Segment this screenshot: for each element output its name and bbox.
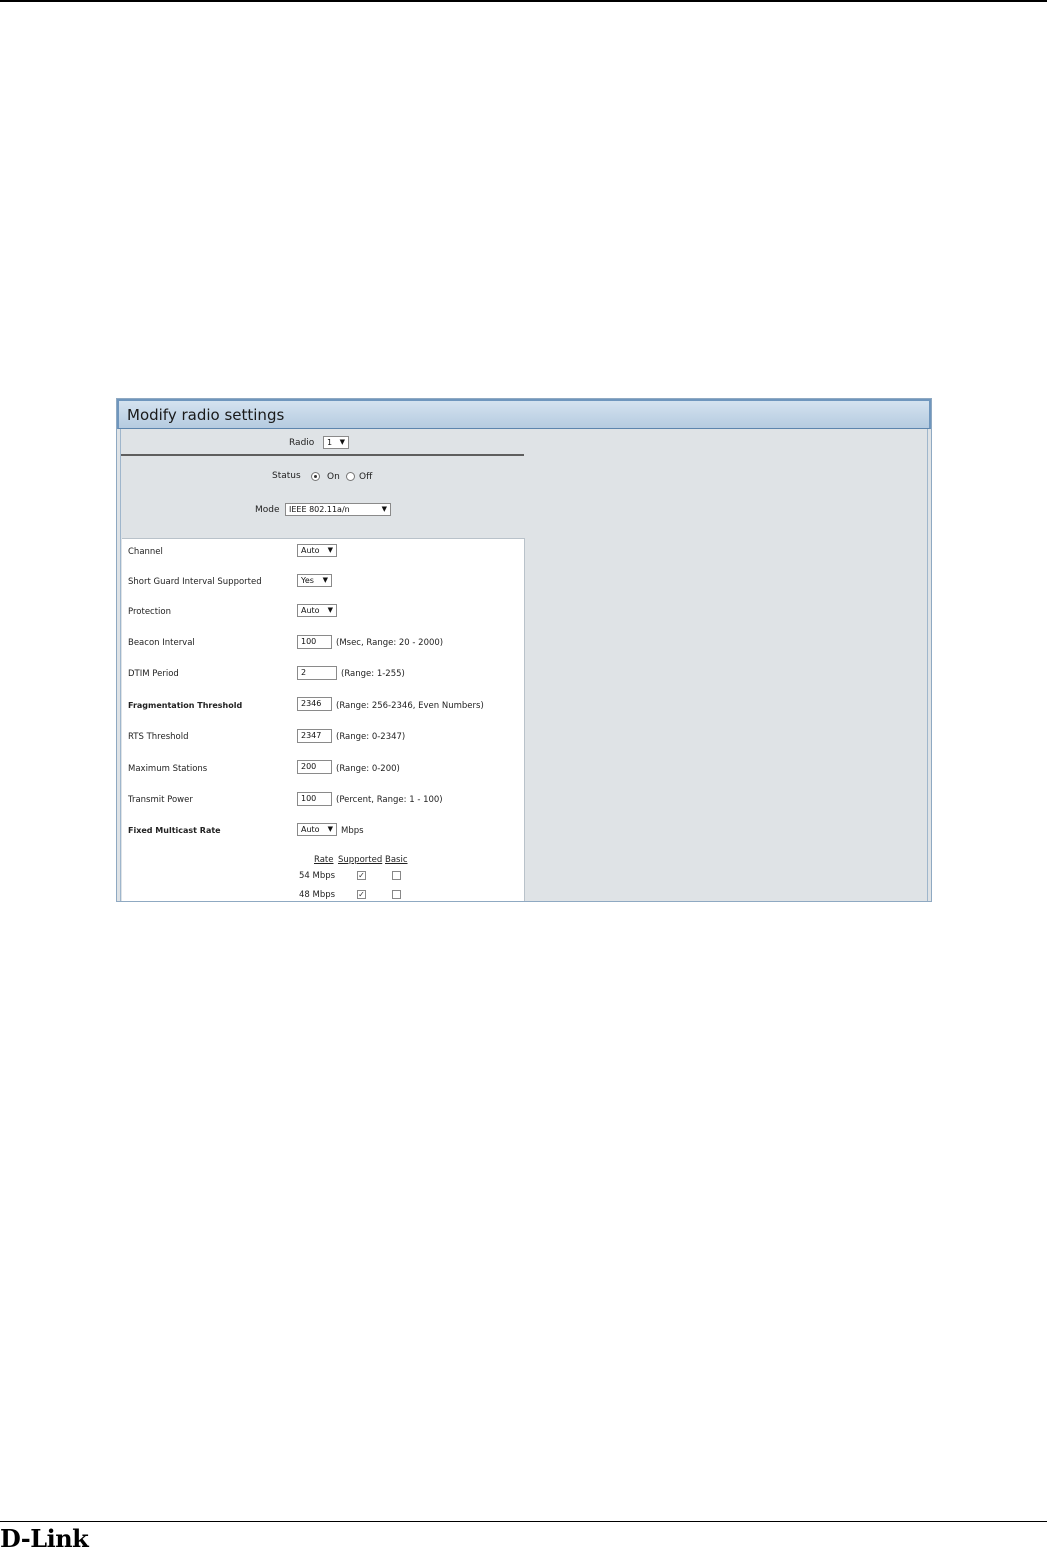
top-rule	[0, 0, 1047, 2]
basic-48-checkbox[interactable]	[392, 890, 401, 899]
supported-54-checkbox[interactable]: ✓	[357, 871, 366, 880]
dtim-input[interactable]: 2	[297, 666, 337, 680]
chevron-down-icon: ▼	[381, 505, 387, 513]
supported-header: Supported	[338, 855, 383, 865]
multicast-unit: Mbps	[341, 826, 364, 836]
multicast-label: Fixed Multicast Rate	[128, 826, 221, 835]
frag-label: Fragmentation Threshold	[128, 701, 243, 710]
dtim-label: DTIM Period	[128, 669, 179, 679]
frag-hint: (Range: 256-2346, Even Numbers)	[336, 701, 484, 711]
beacon-label: Beacon Interval	[128, 638, 195, 648]
protection-select-value: Auto	[301, 606, 320, 615]
dtim-hint: (Range: 1-255)	[341, 669, 405, 679]
chevron-down-icon: ▼	[322, 576, 328, 584]
panel-body: Radio 1 ▼ Status On Off Mode IEEE 802.11…	[120, 429, 928, 901]
sgi-select-value: Yes	[301, 576, 314, 585]
maxsta-label: Maximum Stations	[128, 764, 208, 774]
beacon-input[interactable]: 100	[297, 635, 332, 649]
section-divider	[121, 454, 524, 456]
mode-label: Mode	[255, 505, 280, 515]
bottom-rule	[0, 1521, 1047, 1522]
txpower-hint: (Percent, Range: 1 - 100)	[336, 795, 443, 805]
sgi-label: Short Guard Interval Supported	[128, 577, 262, 587]
basic-header: Basic	[385, 855, 408, 865]
chevron-down-icon: ▼	[339, 438, 345, 446]
radio-select[interactable]: 1 ▼	[323, 436, 349, 449]
maxsta-input[interactable]: 200	[297, 760, 332, 774]
sgi-select[interactable]: Yes ▼	[297, 574, 332, 587]
channel-label: Channel	[128, 547, 163, 557]
beacon-hint: (Msec, Range: 20 - 2000)	[336, 638, 444, 648]
rate-48: 48 Mbps	[299, 890, 336, 900]
channel-select[interactable]: Auto ▼	[297, 544, 337, 557]
txpower-label: Transmit Power	[128, 795, 193, 805]
status-on-label: On	[327, 472, 340, 482]
rts-input[interactable]: 2347	[297, 729, 332, 743]
protection-select[interactable]: Auto ▼	[297, 604, 337, 617]
maxsta-hint: (Range: 0-200)	[336, 764, 400, 774]
chevron-down-icon: ▼	[327, 825, 333, 833]
dlink-logo: D-Link	[0, 1524, 89, 1553]
radio-label: Radio	[289, 438, 315, 448]
status-on-radio[interactable]	[311, 472, 320, 481]
supported-48-checkbox[interactable]: ✓	[357, 890, 366, 899]
modify-radio-panel: Modify radio settings Radio 1 ▼ Status O…	[116, 398, 932, 902]
rts-label: RTS Threshold	[128, 732, 189, 742]
mode-select-value: IEEE 802.11a/n	[289, 505, 350, 514]
rate-header: Rate	[314, 855, 334, 865]
mode-select[interactable]: IEEE 802.11a/n ▼	[285, 503, 391, 516]
frag-input[interactable]: 2346	[297, 697, 332, 711]
status-off-radio[interactable]	[346, 472, 355, 481]
multicast-select-value: Auto	[301, 825, 320, 834]
basic-54-checkbox[interactable]	[392, 871, 401, 880]
panel-title: Modify radio settings	[117, 399, 931, 429]
txpower-input[interactable]: 100	[297, 792, 332, 806]
status-off-label: Off	[359, 472, 373, 482]
rts-hint: (Range: 0-2347)	[336, 732, 406, 742]
multicast-select[interactable]: Auto ▼	[297, 823, 337, 836]
channel-select-value: Auto	[301, 546, 320, 555]
advanced-settings-box: Channel Auto ▼ Short Guard Interval Supp…	[122, 538, 525, 901]
protection-label: Protection	[128, 607, 172, 617]
rate-54: 54 Mbps	[299, 871, 336, 881]
chevron-down-icon: ▼	[327, 546, 333, 554]
chevron-down-icon: ▼	[327, 606, 333, 614]
radio-select-value: 1	[327, 438, 333, 447]
status-label: Status	[272, 471, 301, 481]
